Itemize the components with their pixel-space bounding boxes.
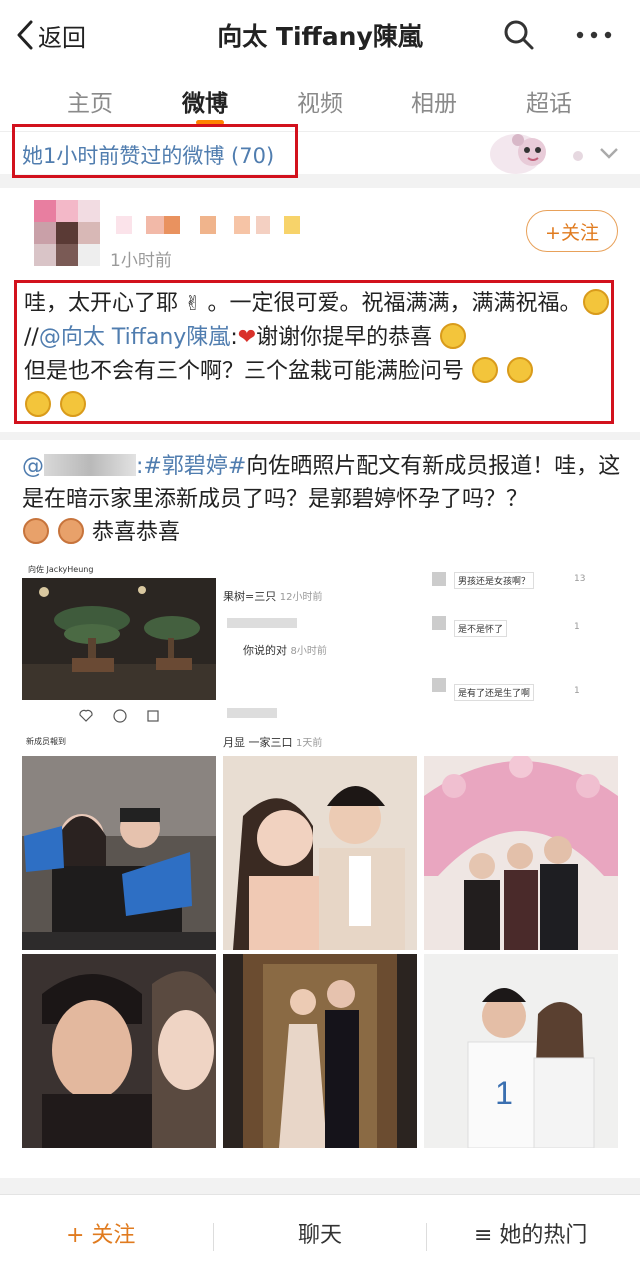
grin-emoji: [25, 391, 51, 417]
post-text-c: :: [230, 325, 238, 350]
hot-posts-button[interactable]: ≡ 她的热门: [474, 1217, 587, 1249]
tab-album[interactable]: 相册: [384, 84, 484, 118]
post-text-a: 哇，太开心了耶: [24, 291, 179, 316]
post-text-b: 。一定很可爱。祝福满满，满满祝福。: [207, 291, 582, 316]
post-text-d: 谢谢你提早的恭喜: [256, 325, 433, 350]
more-icon[interactable]: [574, 20, 614, 50]
reply-count: 1: [574, 686, 580, 696]
laugh-cry-emoji: [440, 323, 467, 349]
repost-body: @:#郭碧婷#向佐晒照片配文有新成员报道！哇，这是在暗示家里添新成员了吗？是郭碧…: [22, 454, 621, 545]
chat-button[interactable]: 聊天: [298, 1217, 342, 1249]
grid-image[interactable]: 向佐 JackyHeung 新成员報到: [22, 558, 216, 752]
reply-count: 13: [574, 574, 586, 584]
grid-image[interactable]: 男孩还是女孩啊？ 13 是不是怀了 1 是有了还是生了啊 1: [424, 558, 618, 752]
mention-blurred[interactable]: [44, 454, 136, 476]
active-tab-indicator: [196, 120, 224, 125]
tab-supertopic[interactable]: 超话: [499, 84, 599, 118]
hashtag-link[interactable]: :#郭碧婷#: [136, 454, 246, 479]
comment-text: 果树=三只: [223, 590, 277, 603]
tab-video[interactable]: 视频: [270, 84, 370, 118]
image-grid: 向佐 JackyHeung 新成员報到 果树=三只 12小时前 你说的对 8小时…: [22, 558, 618, 1148]
divider: [426, 1223, 427, 1251]
surprised-emoji: [582, 289, 609, 315]
tab-weibo[interactable]: 微博: [155, 84, 255, 118]
reposted-content: @:#郭碧婷#向佐晒照片配文有新成员报道！哇，这是在暗示家里添新成员了吗？是郭碧…: [0, 440, 640, 1178]
page-title: 向太 Tiffany陳嵐: [217, 22, 423, 51]
image-caption: 向佐 JackyHeung: [28, 565, 94, 574]
chat-bubble: 是有了还是生了啊: [454, 684, 535, 701]
comment-text: 你说的对: [243, 644, 287, 657]
victory-hand-emoji: ✌: [178, 291, 208, 315]
comment-time: 8小时前: [290, 646, 327, 657]
chevron-left-icon: [17, 20, 33, 50]
tongue-emoji: [472, 357, 499, 383]
search-icon[interactable]: [502, 18, 536, 52]
tab-home[interactable]: 主页: [40, 84, 140, 118]
grid-image[interactable]: 1: [424, 954, 618, 1148]
repost-prefix: //: [24, 325, 39, 350]
post-text-e: 但是也不会有三个啊？三个盆栽可能满脸问号: [24, 359, 465, 384]
avatar[interactable]: [34, 200, 100, 266]
comment-time: 12小时前: [279, 592, 323, 603]
follow-bottom-button[interactable]: + 关注: [66, 1217, 135, 1249]
grid-image[interactable]: 果树=三只 12小时前 你说的对 8小时前 月显 一家三口 1天前: [223, 558, 417, 752]
back-button[interactable]: 返回: [14, 17, 86, 53]
liked-posts-text: 她1小时前赞过的微博 (70): [22, 144, 275, 168]
post-time: 1小时前: [110, 251, 172, 271]
monkey-emoji: [23, 518, 49, 544]
chat-bubble: 男孩还是女孩啊？: [454, 572, 535, 589]
bonsai-photo: [22, 578, 216, 700]
bottom-action-bar: + 关注 聊天 ≡ 她的热门: [0, 1194, 640, 1277]
grin-emoji: [60, 391, 86, 417]
divider: [213, 1223, 214, 1251]
feed-post: 1小时前 +关注 哇，太开心了耶 ✌ 。一定很可爱。祝福满满，满满祝福。 //@向…: [0, 188, 640, 432]
repost-text-end: 恭喜恭喜: [92, 520, 181, 545]
liked-posts-strip[interactable]: 她1小时前赞过的微博 (70): [0, 124, 640, 182]
username-blurred[interactable]: [116, 216, 306, 236]
post-body: 哇，太开心了耶 ✌ 。一定很可爱。祝福满满，满满祝福。 //@向太 Tiffany…: [24, 286, 620, 423]
back-label: 返回: [38, 23, 86, 52]
comment-text: 月显 一家三口: [223, 736, 293, 749]
grid-image[interactable]: [424, 756, 618, 950]
grin-emoji: [507, 357, 534, 383]
grid-image[interactable]: [223, 756, 417, 950]
image-caption: 新成员報到: [26, 737, 66, 746]
heart-icon: ❤: [237, 325, 257, 350]
monkey-emoji: [58, 518, 84, 544]
grid-image[interactable]: [22, 756, 216, 950]
svg-text:1: 1: [495, 1075, 513, 1111]
action-icons: [79, 709, 159, 723]
profile-tabs: 主页 微博 视频 相册 超话: [0, 70, 640, 132]
reply-count: 1: [574, 622, 580, 632]
follow-button[interactable]: +关注: [526, 210, 618, 252]
chevron-down-icon[interactable]: [598, 144, 620, 162]
comment-time: 1天前: [296, 738, 323, 749]
grid-image[interactable]: [22, 954, 216, 1148]
chat-bubble: 是不是怀了: [454, 620, 508, 637]
repost-mention-link[interactable]: @向太 Tiffany陳嵐: [39, 325, 230, 350]
nav-bar: 返回 向太 Tiffany陳嵐: [0, 0, 640, 70]
grid-image[interactable]: [223, 954, 417, 1148]
cartoon-sticker-icon: [490, 134, 583, 174]
